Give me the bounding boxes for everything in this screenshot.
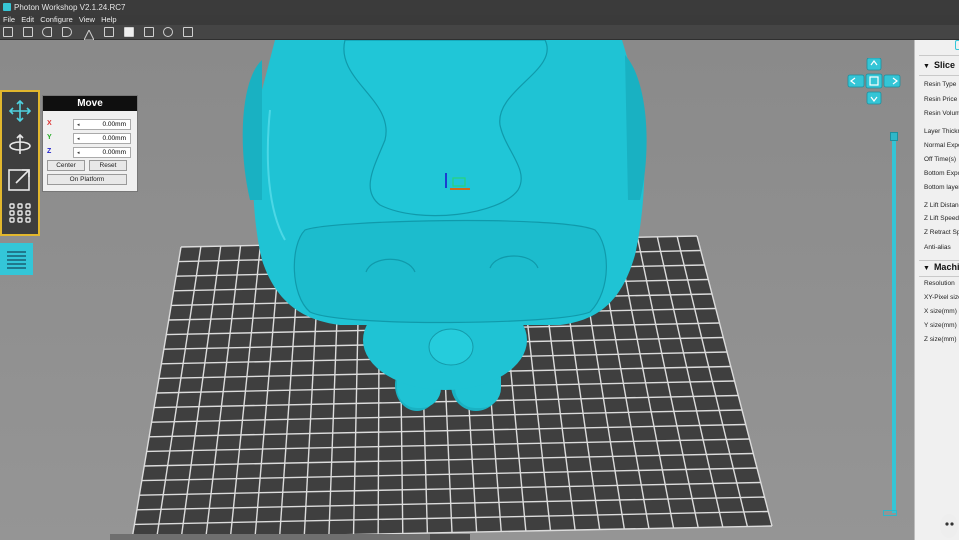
open-icon[interactable]: [3, 27, 13, 37]
solid-view-icon[interactable]: [124, 27, 134, 37]
hollow-icon[interactable]: [163, 27, 173, 37]
slice-setting-label: Z Lift Speed: [924, 215, 959, 222]
redo-icon[interactable]: [62, 27, 72, 37]
support-icon[interactable]: [83, 27, 95, 41]
divider: [919, 55, 959, 56]
on-platform-button[interactable]: On Platform: [47, 174, 127, 185]
slice-setting-label: Resin Volume: [924, 110, 959, 117]
move-x-row: X ◂ 0.00mm: [47, 119, 135, 131]
move-tool[interactable]: [7, 98, 33, 124]
z-axis-label: Z: [47, 148, 52, 155]
move-z-row: Z ◂ 0.00mm: [47, 147, 135, 159]
machine-setting-label: Z size(mm): [924, 336, 957, 343]
machine-section-header[interactable]: ▼Machine: [915, 262, 959, 276]
divider: [919, 276, 959, 277]
layer-slider-thumb[interactable]: [890, 132, 898, 141]
scale-tool[interactable]: [7, 166, 33, 192]
layer-preview-button[interactable]: [0, 243, 33, 275]
menu-configure[interactable]: Configure: [40, 15, 73, 24]
slice-setting-label: Off Time(s): [924, 156, 957, 163]
slice-setting-label: Z Lift Distance: [924, 202, 959, 209]
panel-toggle-icon[interactable]: [955, 40, 959, 50]
settings-icon[interactable]: [183, 27, 193, 37]
text-icon[interactable]: [144, 27, 154, 37]
slice-setting-label: Layer Thickness: [924, 128, 959, 135]
grid-dots-icon: [9, 203, 31, 223]
slice-setting-label: Resin Type: [924, 81, 957, 88]
reset-button[interactable]: Reset: [89, 160, 127, 171]
slice-setting-label: Resin Price: [924, 96, 958, 103]
layers-icon: [7, 251, 26, 269]
move-z-field[interactable]: ◂ 0.00mm: [73, 147, 131, 158]
menu-edit[interactable]: Edit: [21, 15, 34, 24]
app-icon: [3, 3, 11, 11]
slice-setting-label: Bottom Exposure: [924, 170, 959, 177]
title-bar: Photon Workshop V2.1.24.RC7: [0, 0, 959, 15]
move-y-field[interactable]: ◂ 0.00mm: [73, 133, 131, 144]
assistant-avatar-icon[interactable]: [938, 512, 958, 538]
machine-setting-label: Y size(mm): [924, 322, 957, 329]
layer-slider-track[interactable]: [892, 135, 896, 513]
divider: [919, 260, 959, 261]
rotate-icon: [9, 133, 31, 154]
slice-setting-label: Z Retract Speed: [924, 229, 959, 236]
undo-icon[interactable]: [42, 27, 52, 37]
move-panel: Move X ◂ 0.00mm Y ◂ 0.00mm Z ◂ 0.00mm Cente…: [42, 95, 138, 192]
slice-setting-label: Anti-alias: [924, 244, 951, 251]
center-button[interactable]: Center: [47, 160, 85, 171]
save-icon[interactable]: [23, 27, 33, 37]
machine-setting-label: X size(mm): [924, 308, 957, 315]
layer-slider-bottom[interactable]: [883, 510, 897, 516]
slice-section-header[interactable]: ▼ Slice: [915, 60, 959, 74]
menu-view[interactable]: View: [79, 15, 95, 24]
machine-setting-label: Resolution: [924, 280, 955, 287]
bottom-status-strip: [110, 534, 470, 540]
menu-bar: File Edit Configure View Help: [0, 15, 959, 25]
x-axis-label: X: [47, 120, 52, 127]
move-y-row: Y ◂ 0.00mm: [47, 133, 135, 145]
slice-icon[interactable]: [104, 27, 114, 37]
toolbar: [0, 25, 959, 41]
move-panel-title: Move: [43, 96, 137, 111]
divider: [919, 75, 959, 76]
move-x-field[interactable]: ◂ 0.00mm: [73, 119, 131, 130]
slice-setting-label: Normal Exposure: [924, 142, 959, 149]
window-title: Photon Workshop V2.1.24.RC7: [14, 3, 126, 12]
array-tool[interactable]: [7, 200, 33, 226]
menu-help[interactable]: Help: [101, 15, 116, 24]
transform-toolbar: [0, 90, 40, 236]
view-navigation-widget[interactable]: [846, 58, 902, 106]
rotate-tool[interactable]: [7, 132, 33, 158]
y-axis-label: Y: [47, 134, 52, 141]
right-settings-panel: ▼Slice Resin Type Resin Price Resin Volume…: [914, 40, 959, 540]
scale-icon: [8, 169, 30, 191]
menu-file[interactable]: File: [3, 15, 15, 24]
machine-setting-label: XY-Pixel size: [924, 294, 959, 301]
slice-setting-label: Bottom layers: [924, 184, 959, 191]
move-arrows-icon: [8, 99, 32, 123]
